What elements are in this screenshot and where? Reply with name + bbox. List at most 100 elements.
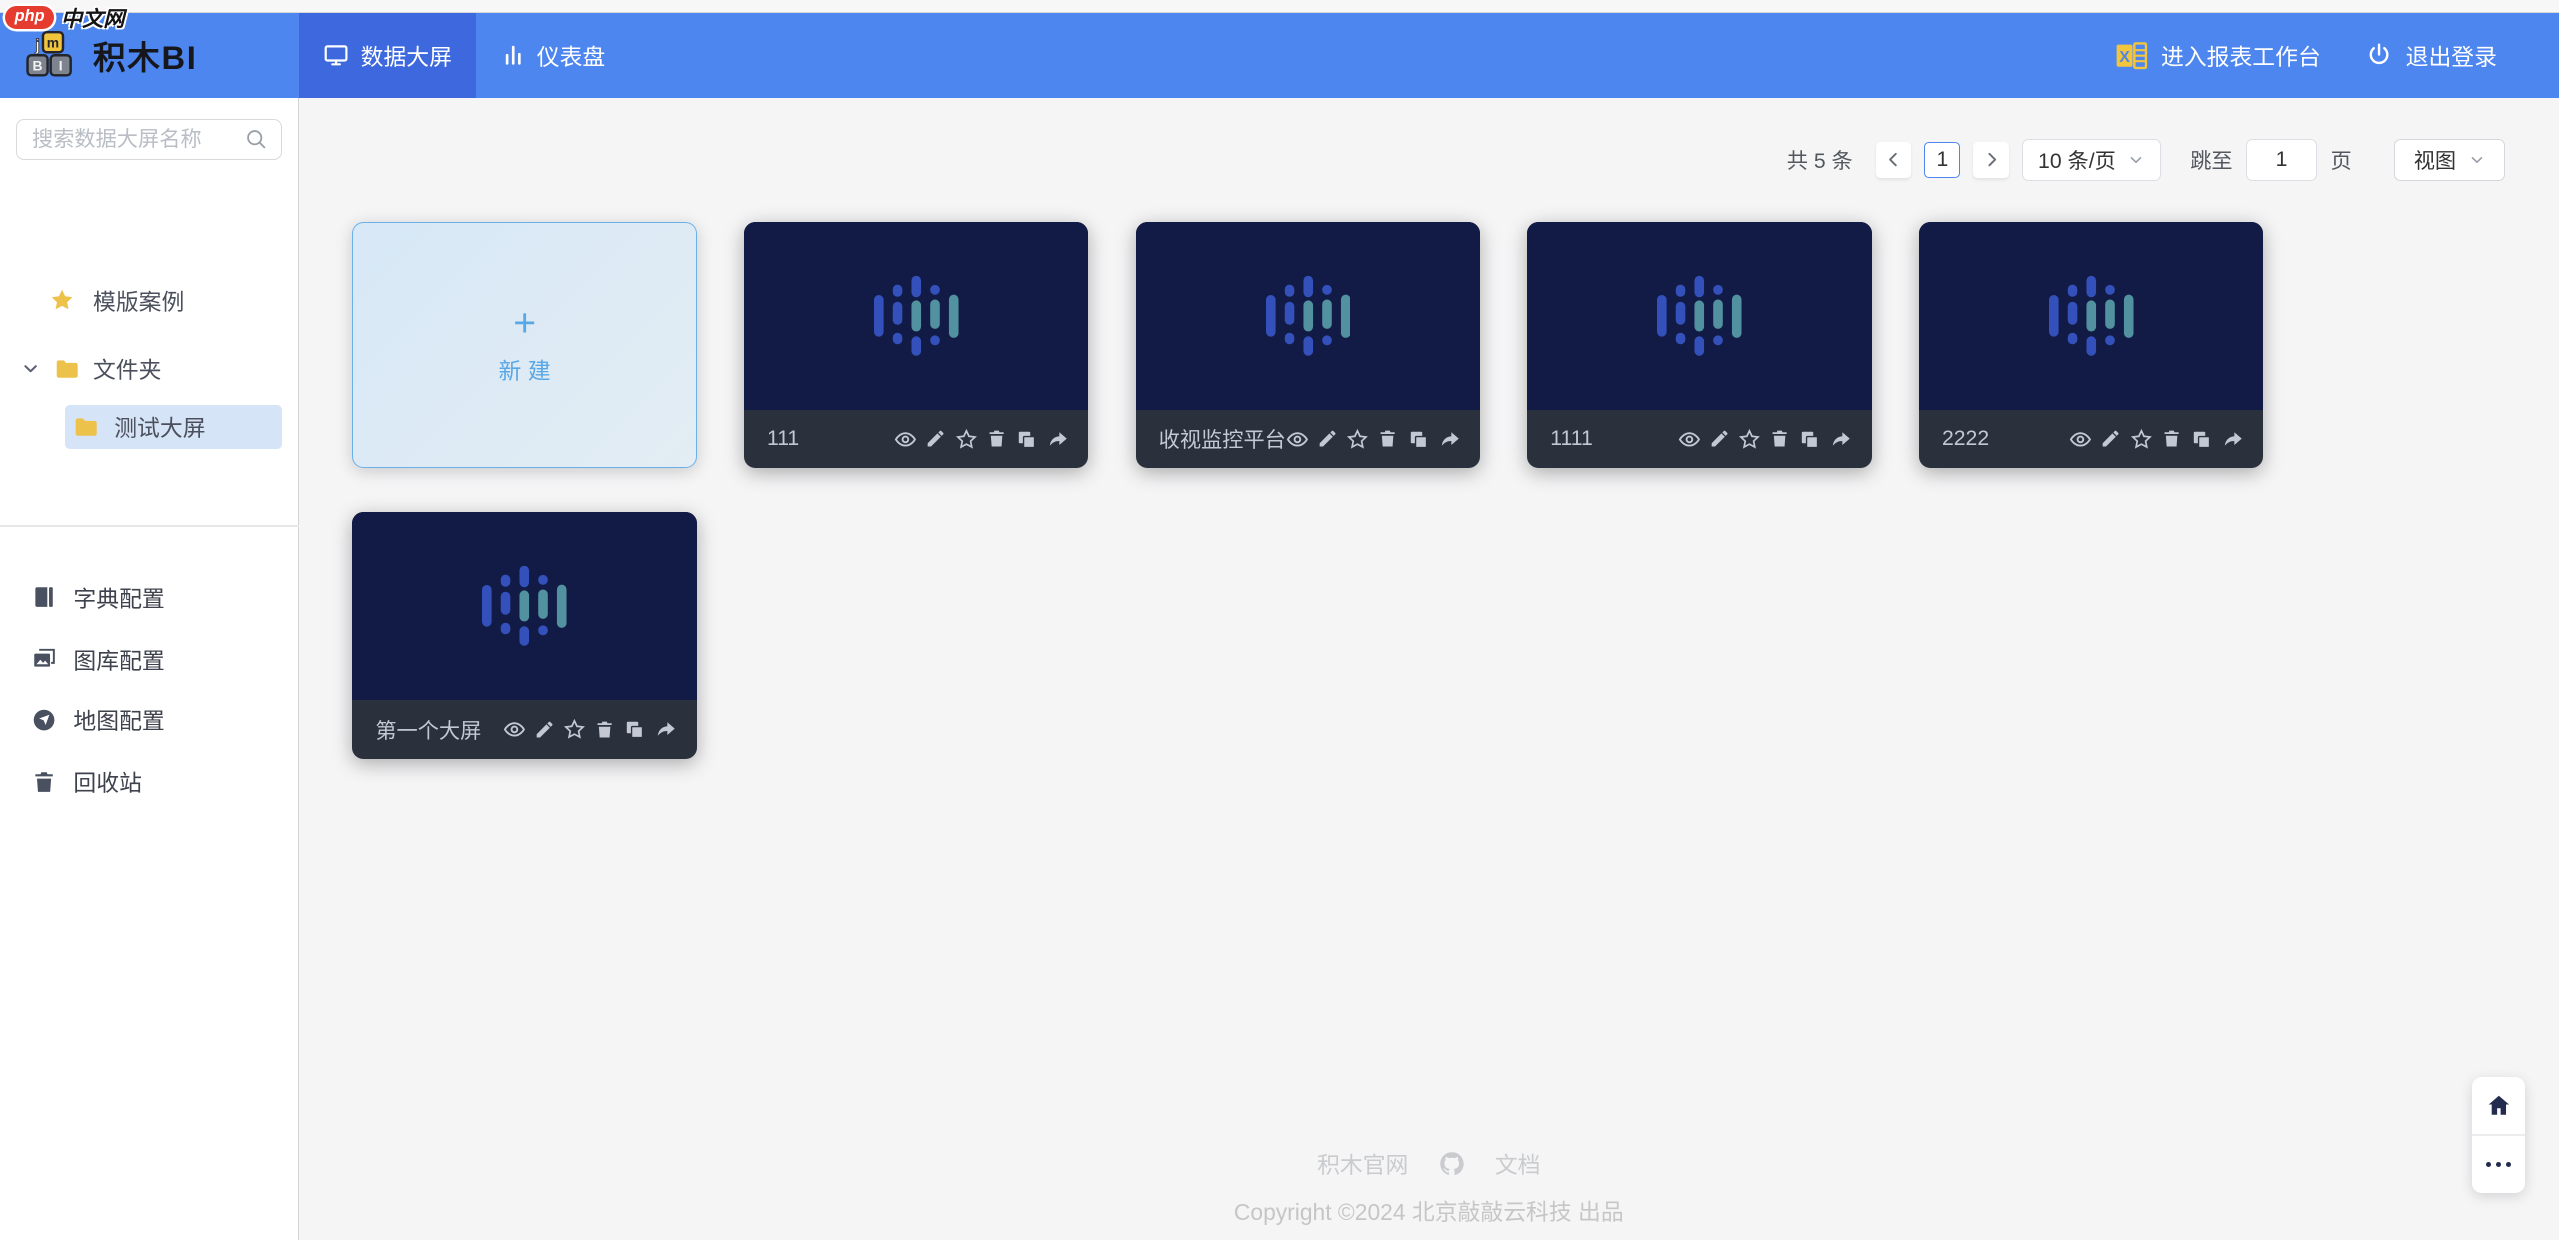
svg-text:B: B	[33, 58, 43, 74]
edit-icon[interactable]	[2100, 428, 2121, 449]
share-icon[interactable]	[1046, 428, 1069, 451]
map-icon	[31, 707, 57, 733]
page-footer-links: 积木官网 文档	[299, 1147, 2559, 1180]
card-bar: 1111	[1527, 410, 1871, 469]
sidebar-folder-test-screen[interactable]: 测试大屏	[65, 405, 282, 449]
edit-icon[interactable]	[1709, 428, 1730, 449]
share-icon[interactable]	[1829, 428, 1852, 451]
screen-title: 第一个大屏	[375, 714, 502, 745]
chevron-down-icon	[2127, 151, 2145, 169]
sidebar-folder-root[interactable]: 文件夹	[20, 352, 162, 385]
edit-icon[interactable]	[534, 719, 555, 740]
preview-icon[interactable]	[503, 718, 526, 741]
chevron-right-icon	[1981, 149, 2002, 170]
card-actions	[894, 428, 1069, 451]
power-icon	[2366, 42, 2392, 68]
php-badge: php	[5, 6, 54, 29]
menu-label: 字典配置	[73, 581, 164, 614]
preview-icon[interactable]	[894, 428, 917, 451]
card-bar: 第一个大屏	[352, 700, 696, 759]
sidebar-item-dictionary-config[interactable]: 字典配置	[31, 581, 165, 614]
chevron-down-icon[interactable]	[20, 358, 41, 379]
delete-icon[interactable]	[986, 428, 1007, 449]
share-icon[interactable]	[2221, 428, 2244, 451]
header-tabs: 数据大屏 仪表盘	[299, 13, 630, 98]
prev-page-button[interactable]	[1876, 142, 1912, 178]
watermark-text: 中文网	[61, 2, 125, 33]
github-icon[interactable]	[1438, 1150, 1466, 1178]
docs-link[interactable]: 文档	[1495, 1147, 1541, 1180]
copy-icon[interactable]	[1015, 428, 1038, 451]
card-bar: 收视监控平台...	[1136, 410, 1480, 469]
monitor-icon	[323, 42, 349, 68]
sidebar-item-map-config[interactable]: 地图配置	[31, 703, 165, 736]
preview-icon[interactable]	[1286, 428, 1309, 451]
preview-icon[interactable]	[1678, 428, 1701, 451]
screen-title: 收视监控平台...	[1159, 423, 1286, 454]
tab-dashboard[interactable]: 仪表盘	[476, 13, 629, 98]
floating-buttons	[2472, 1077, 2524, 1193]
view-dropdown-button[interactable]: 视图	[2394, 139, 2505, 181]
folder-icon	[73, 414, 99, 440]
svg-text:m: m	[47, 35, 59, 51]
search-input[interactable]	[17, 128, 244, 152]
folder-label: 文件夹	[93, 352, 161, 385]
search-box	[16, 119, 282, 160]
card-actions	[2069, 428, 2244, 451]
screen-card[interactable]: 第一个大屏	[352, 512, 696, 758]
jump-label: 跳至	[2190, 144, 2232, 175]
copy-icon[interactable]	[623, 718, 646, 741]
folder-icon	[54, 356, 80, 382]
create-screen-card[interactable]: + 新建	[352, 222, 696, 468]
preview-icon[interactable]	[2069, 428, 2092, 451]
screen-thumbnail	[744, 222, 1088, 410]
card-bar: 111	[744, 410, 1088, 469]
view-label: 视图	[2414, 144, 2456, 175]
more-button[interactable]	[2472, 1136, 2524, 1193]
pagination-toolbar: 共 5 条 1 10 条/页 跳至 页 视图	[299, 139, 2505, 181]
star-icon[interactable]	[563, 718, 586, 741]
home-button[interactable]	[2472, 1077, 2524, 1134]
share-icon[interactable]	[654, 718, 677, 741]
sidebar-item-gallery-config[interactable]: 图库配置	[31, 643, 165, 676]
svg-text:I: I	[59, 58, 63, 74]
delete-icon[interactable]	[2161, 428, 2182, 449]
sidebar-item-recycle-bin[interactable]: 回收站	[31, 765, 142, 798]
star-icon[interactable]	[2130, 428, 2153, 451]
screen-card[interactable]: 收视监控平台...	[1136, 222, 1480, 468]
jimu-logo-icon	[482, 565, 567, 647]
report-workbench-button[interactable]: 进入报表工作台	[2115, 39, 2320, 72]
star-icon[interactable]	[1346, 428, 1369, 451]
jimu-logo-icon	[1657, 275, 1742, 357]
share-icon[interactable]	[1438, 428, 1461, 451]
copy-icon[interactable]	[1407, 428, 1430, 451]
jimu-logo-icon	[1266, 275, 1351, 357]
screen-card[interactable]: 1111	[1527, 222, 1871, 468]
search-icon[interactable]	[244, 127, 268, 151]
star-icon[interactable]	[955, 428, 978, 451]
sidebar: 模版案例 文件夹 测试大屏 字典配置 图库配置 地图配置 回收站	[0, 98, 299, 1240]
screen-card[interactable]: 2222	[1919, 222, 2263, 468]
sidebar-item-templates[interactable]: 模版案例	[49, 284, 184, 317]
jimu-bi-app: php 中文网 j m B I 积木BI 数据大屏 仪表盘	[0, 0, 2559, 1240]
jump-page-input[interactable]	[2246, 139, 2318, 181]
star-icon[interactable]	[1738, 428, 1761, 451]
official-site-link[interactable]: 积木官网	[1317, 1147, 1408, 1180]
delete-icon[interactable]	[594, 719, 615, 740]
next-page-button[interactable]	[1973, 142, 2009, 178]
copy-icon[interactable]	[1798, 428, 1821, 451]
page-size-select[interactable]: 10 条/页	[2022, 139, 2161, 181]
page-size-value: 10 条/页	[2038, 144, 2116, 175]
logout-button[interactable]: 退出登录	[2366, 39, 2496, 72]
menu-label: 地图配置	[73, 703, 164, 736]
copy-icon[interactable]	[2190, 428, 2213, 451]
create-label: 新建	[499, 353, 558, 386]
edit-icon[interactable]	[1317, 428, 1338, 449]
screen-card[interactable]: 111	[744, 222, 1088, 468]
page-number[interactable]: 1	[1924, 142, 1960, 178]
delete-icon[interactable]	[1377, 428, 1398, 449]
edit-icon[interactable]	[925, 428, 946, 449]
delete-icon[interactable]	[1769, 428, 1790, 449]
folder-child-label: 测试大屏	[114, 410, 205, 443]
tab-data-screen[interactable]: 数据大屏	[299, 13, 477, 98]
